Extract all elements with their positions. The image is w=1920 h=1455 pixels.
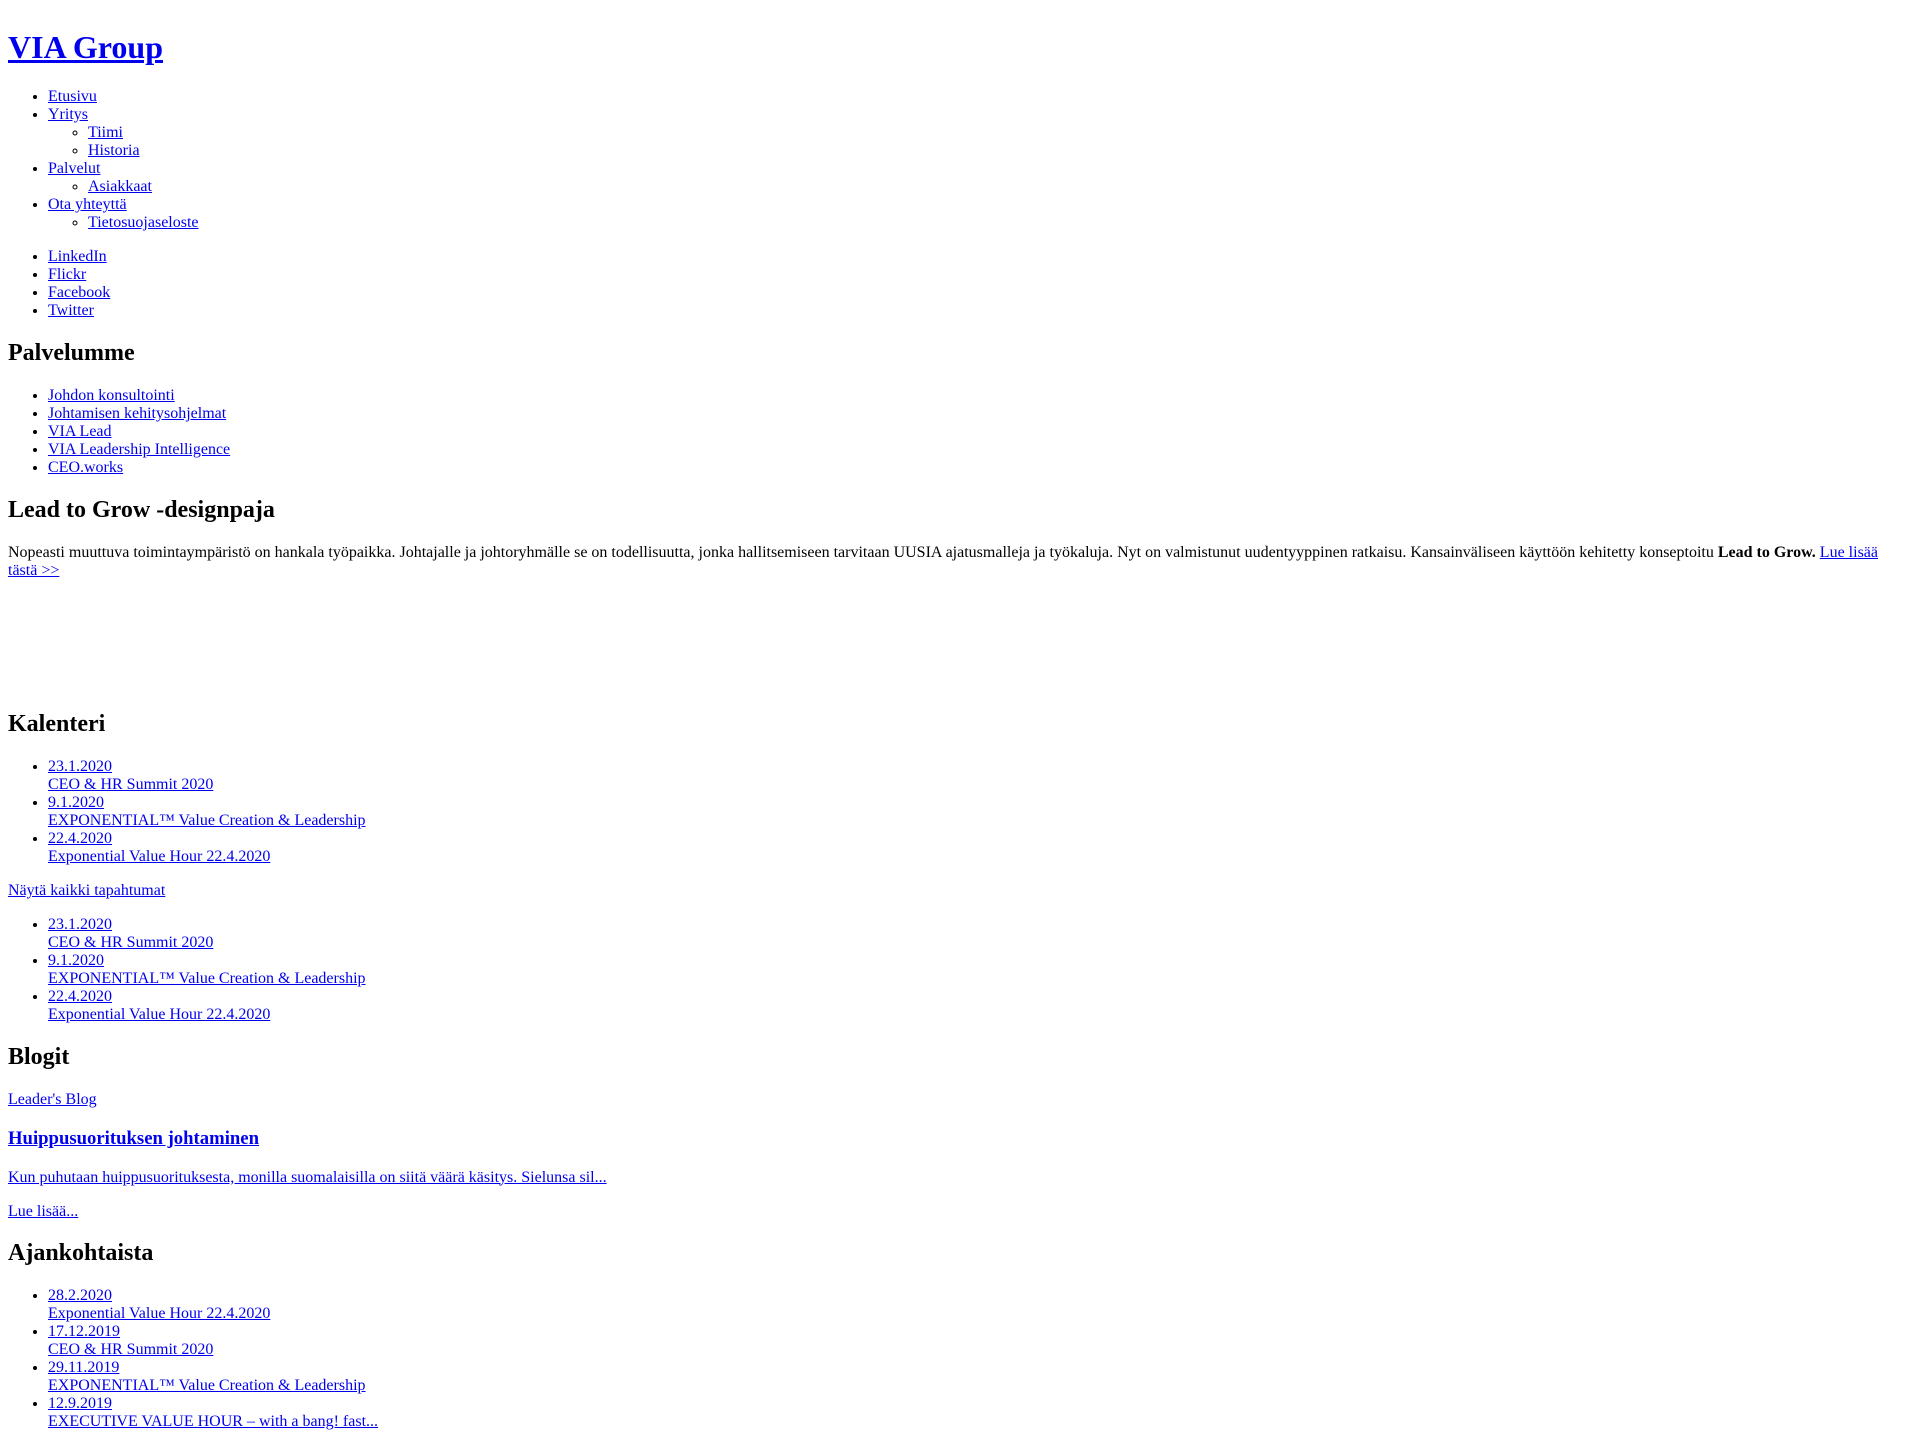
service-item[interactable]: Johdon konsultointi: [48, 387, 1896, 405]
main-navigation: Etusivu Yritys Tiimi Historia Palvelut A…: [8, 88, 1896, 232]
list-item[interactable]: 23.1.2020CEO & HR Summit 2020: [48, 916, 1896, 952]
news-list: 28.2.2020Exponential Value Hour 22.4.202…: [8, 1287, 1896, 1431]
social-item-facebook[interactable]: Facebook: [48, 284, 1896, 302]
blogs-heading: Blogit: [8, 1044, 70, 1071]
nav-link-yritys[interactable]: Yritys: [48, 106, 88, 123]
submenu-palvelut: Asiakkaat: [48, 178, 1896, 196]
list-item[interactable]: 17.12.2019CEO & HR Summit 2020: [48, 1323, 1896, 1359]
calendar-event-title[interactable]: Exponential Value Hour 22.4.2020: [48, 848, 270, 865]
news-item-title[interactable]: CEO & HR Summit 2020: [48, 1341, 213, 1358]
nav-item-yritys[interactable]: Yritys Tiimi Historia: [48, 106, 1896, 160]
calendar-event-title[interactable]: CEO & HR Summit 2020: [48, 776, 213, 793]
nav-item-asiakkaat[interactable]: Asiakkaat: [88, 178, 1896, 196]
feature-body-text: Nopeasti muuttuva toimintaympäristö on h…: [8, 543, 1718, 561]
calendar-event-title[interactable]: EXPONENTIAL™ Value Creation & Leadership: [48, 970, 366, 987]
blog-read-more-link[interactable]: Lue lisää...: [8, 1203, 78, 1220]
feature-heading: Lead to Grow -designpaja: [8, 496, 275, 523]
calendar-event-list: 23.1.2020CEO & HR Summit 2020 9.1.2020EX…: [8, 758, 1896, 866]
nav-item-etusivu[interactable]: Etusivu: [48, 88, 1896, 106]
blog-post-excerpt: Kun puhutaan huippusuorituksesta, monill…: [8, 1169, 1896, 1187]
social-navigation: LinkedIn Flickr Facebook Twitter: [8, 248, 1896, 320]
site-title-link[interactable]: VIA Group: [8, 29, 163, 65]
calendar-event-title[interactable]: Exponential Value Hour 22.4.2020: [48, 1006, 270, 1023]
site-title: VIA Group: [8, 29, 1896, 66]
nav-link-palvelut[interactable]: Palvelut: [48, 160, 100, 177]
broken-media-placeholder: [8, 596, 1896, 692]
show-all-events-link[interactable]: Näytä kaikki tapahtumat: [8, 882, 165, 899]
list-item[interactable]: 28.2.2020Exponential Value Hour 22.4.202…: [48, 1287, 1896, 1323]
nav-link-etusivu[interactable]: Etusivu: [48, 88, 97, 105]
service-item[interactable]: VIA Leadership Intelligence: [48, 441, 1896, 459]
submenu-ota-yhteytta: Tietosuojaseloste: [48, 214, 1896, 232]
feature-paragraph: Nopeasti muuttuva toimintaympäristö on h…: [8, 544, 1896, 580]
social-item-linkedin[interactable]: LinkedIn: [48, 248, 1896, 266]
list-item[interactable]: 22.4.2020Exponential Value Hour 22.4.202…: [48, 830, 1896, 866]
social-link-flickr[interactable]: Flickr: [48, 266, 86, 283]
blog-post-excerpt-link[interactable]: Kun puhutaan huippusuorituksesta, monill…: [8, 1169, 607, 1186]
blog-post-title-link[interactable]: Huippusuorituksen johtaminen: [8, 1128, 259, 1149]
service-link-ceo-works[interactable]: CEO.works: [48, 459, 123, 476]
news-item-date[interactable]: 17.12.2019: [48, 1323, 120, 1340]
social-item-flickr[interactable]: Flickr: [48, 266, 1896, 284]
calendar-event-title[interactable]: EXPONENTIAL™ Value Creation & Leadership: [48, 812, 366, 829]
list-item[interactable]: 22.4.2020Exponential Value Hour 22.4.202…: [48, 988, 1896, 1024]
blog-name-link[interactable]: Leader's Blog: [8, 1091, 97, 1108]
nav-link-historia[interactable]: Historia: [88, 142, 140, 159]
social-link-facebook[interactable]: Facebook: [48, 284, 110, 301]
nav-link-ota-yhteytta[interactable]: Ota yhteyttä: [48, 196, 127, 213]
feature-body-emphasis: Lead to Grow.: [1717, 543, 1816, 561]
news-item-title[interactable]: EXECUTIVE VALUE HOUR – with a bang! fast…: [48, 1413, 378, 1430]
calendar-event-date[interactable]: 9.1.2020: [48, 794, 104, 811]
list-item[interactable]: 29.11.2019EXPONENTIAL™ Value Creation & …: [48, 1359, 1896, 1395]
calendar-event-list-secondary: 23.1.2020CEO & HR Summit 2020 9.1.2020EX…: [8, 916, 1896, 1024]
service-link-via-leadership-intelligence[interactable]: VIA Leadership Intelligence: [48, 441, 230, 458]
news-item-title[interactable]: EXPONENTIAL™ Value Creation & Leadership: [48, 1377, 366, 1394]
service-link-johdon-konsultointi[interactable]: Johdon konsultointi: [48, 387, 175, 404]
social-link-twitter[interactable]: Twitter: [48, 302, 94, 319]
service-item[interactable]: CEO.works: [48, 459, 1896, 477]
nav-item-palvelut[interactable]: Palvelut Asiakkaat: [48, 160, 1896, 196]
services-list: Johdon konsultointi Johtamisen kehitysoh…: [8, 387, 1896, 477]
services-heading: Palvelumme: [8, 339, 135, 366]
social-item-twitter[interactable]: Twitter: [48, 302, 1896, 320]
calendar-event-date[interactable]: 22.4.2020: [48, 988, 112, 1005]
news-item-date[interactable]: 29.11.2019: [48, 1359, 119, 1376]
calendar-event-date[interactable]: 23.1.2020: [48, 916, 112, 933]
service-item[interactable]: Johtamisen kehitysohjelmat: [48, 405, 1896, 423]
list-item[interactable]: 9.1.2020EXPONENTIAL™ Value Creation & Le…: [48, 952, 1896, 988]
list-item[interactable]: 23.1.2020CEO & HR Summit 2020: [48, 758, 1896, 794]
submenu-yritys: Tiimi Historia: [48, 124, 1896, 160]
news-heading: Ajankohtaista: [8, 1240, 154, 1267]
calendar-event-date[interactable]: 23.1.2020: [48, 758, 112, 775]
nav-item-tietosuojaseloste[interactable]: Tietosuojaseloste: [88, 214, 1896, 232]
nav-item-ota-yhteytta[interactable]: Ota yhteyttä Tietosuojaseloste: [48, 196, 1896, 232]
nav-link-tietosuojaseloste[interactable]: Tietosuojaseloste: [88, 214, 199, 231]
list-item[interactable]: 9.1.2020EXPONENTIAL™ Value Creation & Le…: [48, 794, 1896, 830]
nav-item-tiimi[interactable]: Tiimi: [88, 124, 1896, 142]
service-link-via-lead[interactable]: VIA Lead: [48, 423, 112, 440]
calendar-event-title[interactable]: CEO & HR Summit 2020: [48, 934, 213, 951]
news-item-date[interactable]: 12.9.2019: [48, 1395, 112, 1412]
service-link-johtamisen-kehitysohjelmat[interactable]: Johtamisen kehitysohjelmat: [48, 405, 226, 422]
blog-name: Leader's Blog: [8, 1091, 1896, 1109]
calendar-event-date[interactable]: 22.4.2020: [48, 830, 112, 847]
service-item[interactable]: VIA Lead: [48, 423, 1896, 441]
calendar-event-date[interactable]: 9.1.2020: [48, 952, 104, 969]
blog-read-more: Lue lisää...: [8, 1203, 1896, 1221]
nav-link-tiimi[interactable]: Tiimi: [88, 124, 123, 141]
calendar-heading: Kalenteri: [8, 711, 106, 738]
calendar-show-all: Näytä kaikki tapahtumat: [8, 882, 1896, 900]
nav-link-asiakkaat[interactable]: Asiakkaat: [88, 178, 152, 195]
social-link-linkedin[interactable]: LinkedIn: [48, 248, 107, 265]
list-item[interactable]: 12.9.2019EXECUTIVE VALUE HOUR – with a b…: [48, 1395, 1896, 1431]
nav-item-historia[interactable]: Historia: [88, 142, 1896, 160]
news-item-date[interactable]: 28.2.2020: [48, 1287, 112, 1304]
news-item-title[interactable]: Exponential Value Hour 22.4.2020: [48, 1305, 270, 1322]
blog-post-title: Huippusuorituksen johtaminen: [8, 1128, 1896, 1150]
